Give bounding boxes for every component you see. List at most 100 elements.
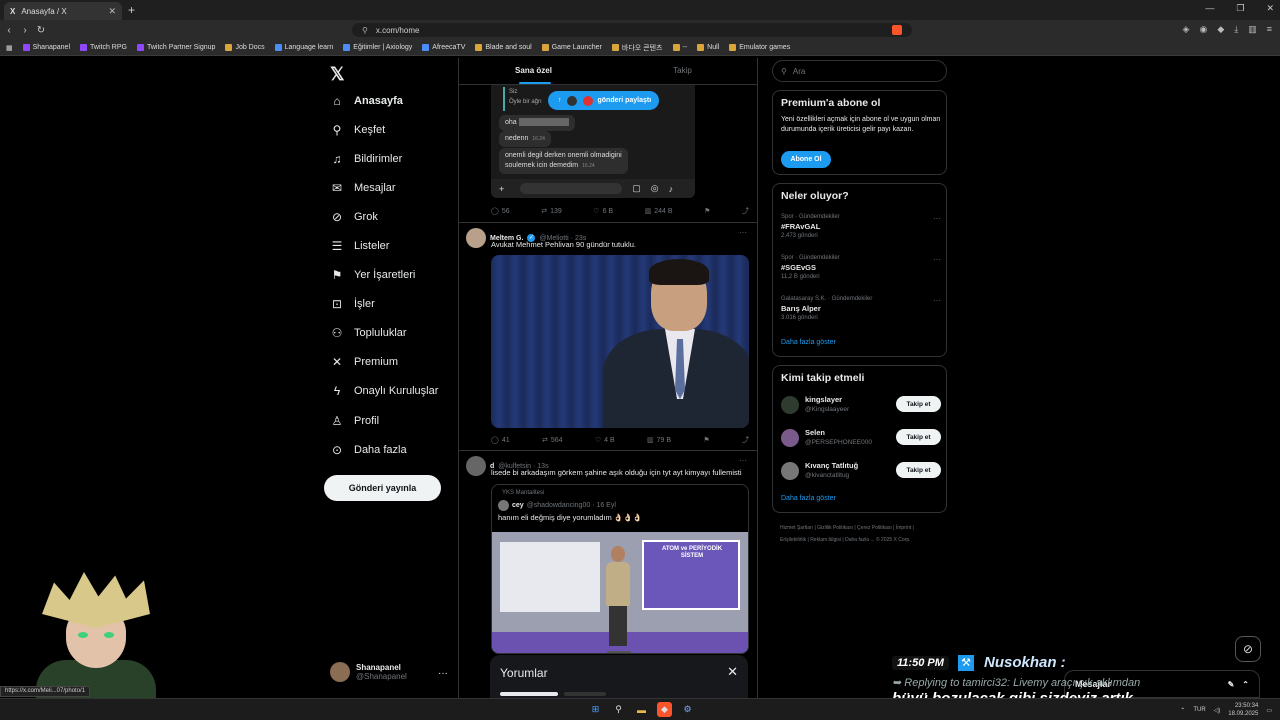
quote-media-image[interactable]: ATOM ve PERİYODİK SİSTEM — [492, 532, 748, 653]
download-icon[interactable]: ⤓ — [1234, 24, 1238, 35]
comments-tab[interactable] — [564, 692, 606, 696]
menu-icon[interactable]: ≡ — [1267, 24, 1272, 35]
search-icon[interactable]: ⚲ — [611, 702, 626, 717]
more-dots-icon[interactable]: ··· — [933, 255, 941, 264]
tab-for-you[interactable]: Sana özel — [459, 58, 608, 84]
comments-tab[interactable] — [500, 692, 558, 696]
bookmark-button[interactable]: ⚑ — [704, 206, 710, 216]
footer-links[interactable]: Hizmet Şartları | Gizlilik Politikası | … — [780, 522, 940, 546]
nav-notifications[interactable]: ♫ Bildirimler — [330, 149, 403, 169]
forward-icon[interactable]: › — [18, 25, 32, 36]
nav-verified-orgs[interactable]: ϟ Onaylı Kuruluşlar — [330, 381, 439, 401]
brave-shield-icon[interactable] — [892, 25, 902, 35]
new-tab-button[interactable]: + — [128, 3, 135, 17]
clock[interactable]: 23:50:34 18.09.2025 — [1228, 702, 1258, 718]
follow-suggestion[interactable]: kingslayer @Kingslaayeer Takip et — [781, 394, 941, 416]
bookmark[interactable]: Game Launcher — [541, 44, 602, 51]
keyboard-language[interactable]: TUR — [1193, 707, 1205, 713]
bookmark[interactable]: -- — [672, 44, 687, 51]
avatar[interactable] — [466, 228, 486, 248]
share-button[interactable]: ⤴ — [742, 435, 749, 445]
reload-icon[interactable]: ↻ — [34, 25, 48, 36]
bookmark[interactable]: AfreecaTV — [422, 44, 465, 51]
extension-icon[interactable]: ◉ — [1199, 24, 1207, 35]
avatar[interactable] — [466, 456, 486, 476]
chevron-up-icon[interactable]: ⌃ — [1180, 707, 1185, 714]
sidebar-icon[interactable]: ▥ — [1248, 24, 1257, 35]
repost-button[interactable]: ⇄ 564 — [542, 435, 563, 445]
bookmark[interactable]: Eğitimler | Axiology — [343, 44, 412, 51]
bookmark[interactable]: 바다오 콘텐츠 — [611, 43, 663, 53]
reply-button[interactable]: ◯ 41 — [491, 435, 510, 445]
nav-grok[interactable]: ⊘ Grok — [330, 207, 378, 227]
trend-item[interactable]: Galatasaray S.K. · Gündemdekiler Barış A… — [781, 296, 941, 321]
extension-icon[interactable]: ◈ — [1183, 24, 1190, 35]
drag-handle[interactable] — [607, 651, 631, 653]
nav-communities[interactable]: ⚇ Topluluklar — [330, 323, 407, 343]
more-dots-icon[interactable]: ··· — [933, 214, 941, 223]
brave-browser-icon[interactable]: ◆ — [657, 702, 672, 717]
more-dots-icon[interactable]: ··· — [933, 296, 941, 305]
bookmark[interactable]: Job Docs — [225, 44, 265, 51]
reply-button[interactable]: ◯ 56 — [491, 206, 510, 216]
back-icon[interactable]: ‹ — [2, 25, 16, 36]
like-button[interactable]: ♡ 4 B — [595, 435, 615, 445]
repost-button[interactable]: ⇄ 139 — [541, 206, 562, 216]
extension-icon[interactable]: ◆ — [1217, 24, 1224, 35]
search-input[interactable]: ⚲ Ara — [772, 60, 947, 82]
site-info-icon[interactable]: ⚲ — [362, 26, 368, 35]
close-tab-icon[interactable]: ✕ — [108, 6, 116, 17]
bookmark[interactable]: Shanapanel — [22, 44, 70, 51]
nav-bookmarks[interactable]: ⚑ Yer İşaretleri — [330, 265, 416, 285]
chevron-up-icon[interactable]: ⌃ — [1242, 680, 1249, 689]
like-button[interactable]: ♡ 6 B — [593, 206, 613, 216]
bookmark[interactable]: Null — [697, 44, 719, 51]
show-more-link[interactable]: Daha fazla göster — [781, 339, 836, 346]
nav-profile[interactable]: ♙ Profil — [330, 411, 379, 431]
tweet-media-image[interactable] — [491, 255, 749, 428]
quoted-tweet[interactable]: YKS Mantalitesi cey @shadowdancing00 · 1… — [491, 484, 749, 654]
follow-button[interactable]: Takip et — [896, 396, 941, 412]
nav-jobs[interactable]: ⊡ İşler — [330, 294, 375, 314]
bookmark[interactable]: Language learn — [274, 44, 333, 51]
file-explorer-icon[interactable]: ▬ — [634, 702, 649, 717]
x-logo-icon[interactable]: 𝕏 — [330, 64, 345, 85]
url-field[interactable]: ⚲ x.com/home — [352, 23, 912, 37]
close-window-icon[interactable]: ✕ — [1266, 3, 1274, 14]
trend-item[interactable]: Spor · Gündemdekiler #SGEvGS 11,2 B gönd… — [781, 255, 941, 280]
bookmark[interactable]: Twitch Partner Signup — [136, 44, 215, 51]
share-button[interactable]: ⤴ — [742, 206, 749, 216]
compose-message-icon[interactable]: ✎ — [1228, 680, 1235, 689]
post-button[interactable]: Gönderi yayınla — [324, 475, 441, 501]
subscribe-button[interactable]: Abone Ol — [781, 151, 831, 168]
steam-icon[interactable]: ⚙ — [680, 702, 695, 717]
nav-more[interactable]: ⊙ Daha fazla — [330, 440, 407, 460]
account-switcher[interactable]: Shanapanel @Shanapanel — [330, 662, 407, 682]
views-button[interactable]: ▥ 244 B — [645, 206, 673, 216]
bookmark[interactable]: Blade and soul — [475, 44, 532, 51]
tab-following[interactable]: Takip — [608, 58, 757, 84]
more-dots-icon[interactable]: ··· — [739, 228, 747, 237]
shared-post-pill[interactable]: ↑ gönderi paylaştı — [548, 91, 660, 110]
more-dots-icon[interactable]: ··· — [739, 456, 747, 465]
follow-button[interactable]: Takip et — [896, 462, 941, 478]
bookmark-button[interactable]: ⚑ — [703, 435, 709, 445]
nav-messages[interactable]: ✉ Mesajlar — [330, 178, 396, 198]
browser-tab[interactable]: X Anasayfa / X ✕ — [4, 2, 122, 20]
show-more-link[interactable]: Daha fazla göster — [781, 495, 836, 502]
notification-icon[interactable]: ▭ — [1266, 707, 1272, 714]
apps-icon[interactable]: ▦ — [6, 44, 13, 52]
nav-premium[interactable]: ✕ Premium — [330, 352, 398, 372]
minimize-icon[interactable]: — — [1205, 3, 1214, 14]
windows-start-icon[interactable]: ⊞ — [588, 702, 603, 717]
follow-suggestion[interactable]: Kıvanç Tatlıtuğ @kivanctatlitug Takip et — [781, 460, 941, 482]
bookmark[interactable]: Twitch RPG — [80, 44, 127, 51]
trend-item[interactable]: Spor · Gündemdekiler #FRAvGAL 2.473 gönd… — [781, 214, 941, 239]
nav-home[interactable]: ⌂ Anasayfa — [330, 91, 403, 111]
volume-icon[interactable]: ◁) — [1214, 707, 1221, 714]
close-icon[interactable]: ✕ — [727, 664, 738, 680]
nav-lists[interactable]: ☰ Listeler — [330, 236, 390, 256]
bookmark[interactable]: Emulator games — [729, 44, 790, 51]
restore-icon[interactable]: ❐ — [1236, 3, 1244, 14]
follow-suggestion[interactable]: Selen @PERSEPHONEE000 Takip et — [781, 427, 941, 449]
